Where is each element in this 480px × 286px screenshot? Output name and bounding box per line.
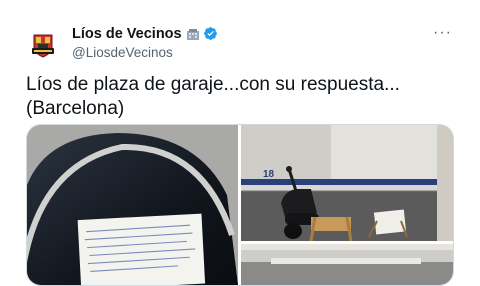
verified-badge-icon	[203, 27, 217, 40]
name-row: Líos de Vecinos	[72, 25, 218, 42]
photo-note-on-car-window[interactable]	[27, 125, 238, 285]
handle[interactable]: @LiosdeVecinos	[72, 45, 218, 60]
more-options-icon[interactable]: ···	[433, 25, 452, 41]
lios-de-vecinos-logo	[26, 26, 60, 60]
tweet-text-line: Líos de plaza de garaje...con su respues…	[26, 74, 400, 95]
media-grid: 18	[26, 124, 454, 286]
tweet-header: Líos de Vecinos @LiosdeVecinos	[72, 25, 218, 60]
tweet-text-line: (Barcelona)	[26, 98, 125, 119]
photo-note-on-car-window-image	[27, 125, 238, 285]
photo-motorcycle-garage-with-chair[interactable]: 18	[241, 125, 453, 241]
tweet-text: Líos de plaza de garaje...con su respues…	[26, 73, 456, 121]
photo-garage-floor-image	[241, 244, 453, 285]
display-name[interactable]: Líos de Vecinos	[72, 26, 182, 42]
garage-spot-number: 18	[263, 169, 275, 180]
photo-motorcycle-garage-image: 18	[241, 125, 453, 241]
tweet-card[interactable]: Líos de Vecinos @LiosdeVecinos ··· Líos …	[0, 0, 480, 286]
building-emoji-icon	[186, 28, 199, 40]
photo-garage-floor[interactable]	[241, 244, 453, 285]
avatar[interactable]	[26, 26, 60, 60]
